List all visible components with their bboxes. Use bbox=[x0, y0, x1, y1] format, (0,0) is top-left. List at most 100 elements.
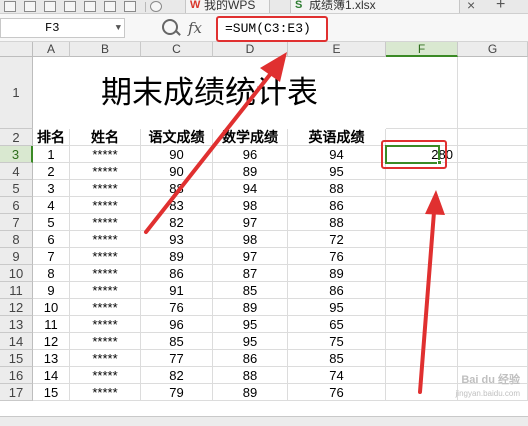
cell-c7[interactable]: 82 bbox=[141, 214, 213, 231]
cell-a4[interactable]: 2 bbox=[33, 163, 70, 180]
menu-icon[interactable] bbox=[150, 1, 162, 12]
cell-e13[interactable]: 65 bbox=[288, 316, 386, 333]
cell-g4[interactable] bbox=[458, 163, 528, 180]
cell-a3[interactable]: 1 bbox=[33, 146, 70, 163]
cell-b5[interactable]: ***** bbox=[70, 180, 141, 197]
cell-b10[interactable]: ***** bbox=[70, 265, 141, 282]
cell-a5[interactable]: 3 bbox=[33, 180, 70, 197]
cell-a17[interactable]: 15 bbox=[33, 384, 70, 401]
cell-f9[interactable] bbox=[386, 248, 458, 265]
cell-c3[interactable]: 90 bbox=[141, 146, 213, 163]
cell-b12[interactable]: ***** bbox=[70, 299, 141, 316]
name-box[interactable]: F3 ▼ bbox=[0, 18, 125, 38]
cell-c9[interactable]: 89 bbox=[141, 248, 213, 265]
formula-input[interactable]: =SUM(C3:E3) bbox=[216, 16, 328, 42]
row-header-12[interactable]: 12 bbox=[0, 299, 33, 316]
cell-f11[interactable] bbox=[386, 282, 458, 299]
row-header-3[interactable]: 3 bbox=[0, 146, 33, 163]
cell-f10[interactable] bbox=[386, 265, 458, 282]
cell-b4[interactable]: ***** bbox=[70, 163, 141, 180]
tab-my-wps[interactable]: W 我的WPS bbox=[185, 0, 270, 13]
cell-c11[interactable]: 91 bbox=[141, 282, 213, 299]
cell-b13[interactable]: ***** bbox=[70, 316, 141, 333]
cell-c4[interactable]: 90 bbox=[141, 163, 213, 180]
cell-e14[interactable]: 75 bbox=[288, 333, 386, 350]
cell-b7[interactable]: ***** bbox=[70, 214, 141, 231]
cell-b16[interactable]: ***** bbox=[70, 367, 141, 384]
select-all-corner[interactable] bbox=[0, 42, 33, 57]
cell-d11[interactable]: 85 bbox=[213, 282, 288, 299]
export-pdf-icon[interactable] bbox=[84, 1, 96, 12]
column-header-d[interactable]: D bbox=[213, 42, 288, 57]
row-header-2[interactable]: 2 bbox=[0, 129, 33, 146]
close-tab-icon[interactable]: × bbox=[467, 0, 475, 13]
cell-f13[interactable] bbox=[386, 316, 458, 333]
cell-g7[interactable] bbox=[458, 214, 528, 231]
cell-a2[interactable]: 排名 bbox=[33, 129, 70, 146]
row-header-15[interactable]: 15 bbox=[0, 350, 33, 367]
cell-a16[interactable]: 14 bbox=[33, 367, 70, 384]
chevron-down-icon[interactable]: ▼ bbox=[116, 19, 121, 37]
cell-f14[interactable] bbox=[386, 333, 458, 350]
cell-d15[interactable]: 86 bbox=[213, 350, 288, 367]
cell-c6[interactable]: 83 bbox=[141, 197, 213, 214]
cell-d10[interactable]: 87 bbox=[213, 265, 288, 282]
cell-d5[interactable]: 94 bbox=[213, 180, 288, 197]
cell-a11[interactable]: 9 bbox=[33, 282, 70, 299]
row-header-9[interactable]: 9 bbox=[0, 248, 33, 265]
cell-c2[interactable]: 语文成绩 bbox=[141, 129, 213, 146]
cell-a6[interactable]: 4 bbox=[33, 197, 70, 214]
cell-e4[interactable]: 95 bbox=[288, 163, 386, 180]
cell-g6[interactable] bbox=[458, 197, 528, 214]
cell-f12[interactable] bbox=[386, 299, 458, 316]
cell-c10[interactable]: 86 bbox=[141, 265, 213, 282]
cell-b8[interactable]: ***** bbox=[70, 231, 141, 248]
cell-b14[interactable]: ***** bbox=[70, 333, 141, 350]
cell-f8[interactable] bbox=[386, 231, 458, 248]
redo-icon[interactable] bbox=[124, 1, 136, 12]
cell-g8[interactable] bbox=[458, 231, 528, 248]
cell-a10[interactable]: 8 bbox=[33, 265, 70, 282]
row-header-17[interactable]: 17 bbox=[0, 384, 33, 401]
cell-a15[interactable]: 13 bbox=[33, 350, 70, 367]
cell-b2[interactable]: 姓名 bbox=[70, 129, 141, 146]
cell-b3[interactable]: ***** bbox=[70, 146, 141, 163]
cell-g2[interactable] bbox=[458, 129, 528, 146]
cell-e10[interactable]: 89 bbox=[288, 265, 386, 282]
insert-function-button[interactable]: fx bbox=[188, 19, 202, 37]
cell-e12[interactable]: 95 bbox=[288, 299, 386, 316]
cell-c14[interactable]: 85 bbox=[141, 333, 213, 350]
cell-d3[interactable]: 96 bbox=[213, 146, 288, 163]
cell-f5[interactable] bbox=[386, 180, 458, 197]
column-header-a[interactable]: A bbox=[33, 42, 70, 57]
column-header-b[interactable]: B bbox=[70, 42, 141, 57]
cell-b9[interactable]: ***** bbox=[70, 248, 141, 265]
tab-workbook[interactable]: S 成绩簿1.xlsx bbox=[290, 0, 460, 13]
cell-c15[interactable]: 77 bbox=[141, 350, 213, 367]
row-header-7[interactable]: 7 bbox=[0, 214, 33, 231]
cell-e5[interactable]: 88 bbox=[288, 180, 386, 197]
cell-e6[interactable]: 86 bbox=[288, 197, 386, 214]
cell-f16[interactable] bbox=[386, 367, 458, 384]
row-header-6[interactable]: 6 bbox=[0, 197, 33, 214]
cell-f15[interactable] bbox=[386, 350, 458, 367]
cell-e16[interactable]: 74 bbox=[288, 367, 386, 384]
cell-d7[interactable]: 97 bbox=[213, 214, 288, 231]
cell-g15[interactable] bbox=[458, 350, 528, 367]
cell-d8[interactable]: 98 bbox=[213, 231, 288, 248]
undo-icon[interactable] bbox=[104, 1, 116, 12]
cell-g9[interactable] bbox=[458, 248, 528, 265]
column-header-c[interactable]: C bbox=[141, 42, 213, 57]
file-icon[interactable] bbox=[4, 1, 16, 12]
cell-g3[interactable] bbox=[458, 146, 528, 163]
column-header-g[interactable]: G bbox=[458, 42, 528, 57]
cell-a13[interactable]: 11 bbox=[33, 316, 70, 333]
row-header-5[interactable]: 5 bbox=[0, 180, 33, 197]
cell-e15[interactable]: 85 bbox=[288, 350, 386, 367]
cell-d2[interactable]: 数学成绩 bbox=[213, 129, 288, 146]
cell-d16[interactable]: 88 bbox=[213, 367, 288, 384]
open-icon[interactable] bbox=[24, 1, 36, 12]
cell-e11[interactable]: 86 bbox=[288, 282, 386, 299]
cell-d13[interactable]: 95 bbox=[213, 316, 288, 333]
print-icon[interactable] bbox=[64, 1, 76, 12]
